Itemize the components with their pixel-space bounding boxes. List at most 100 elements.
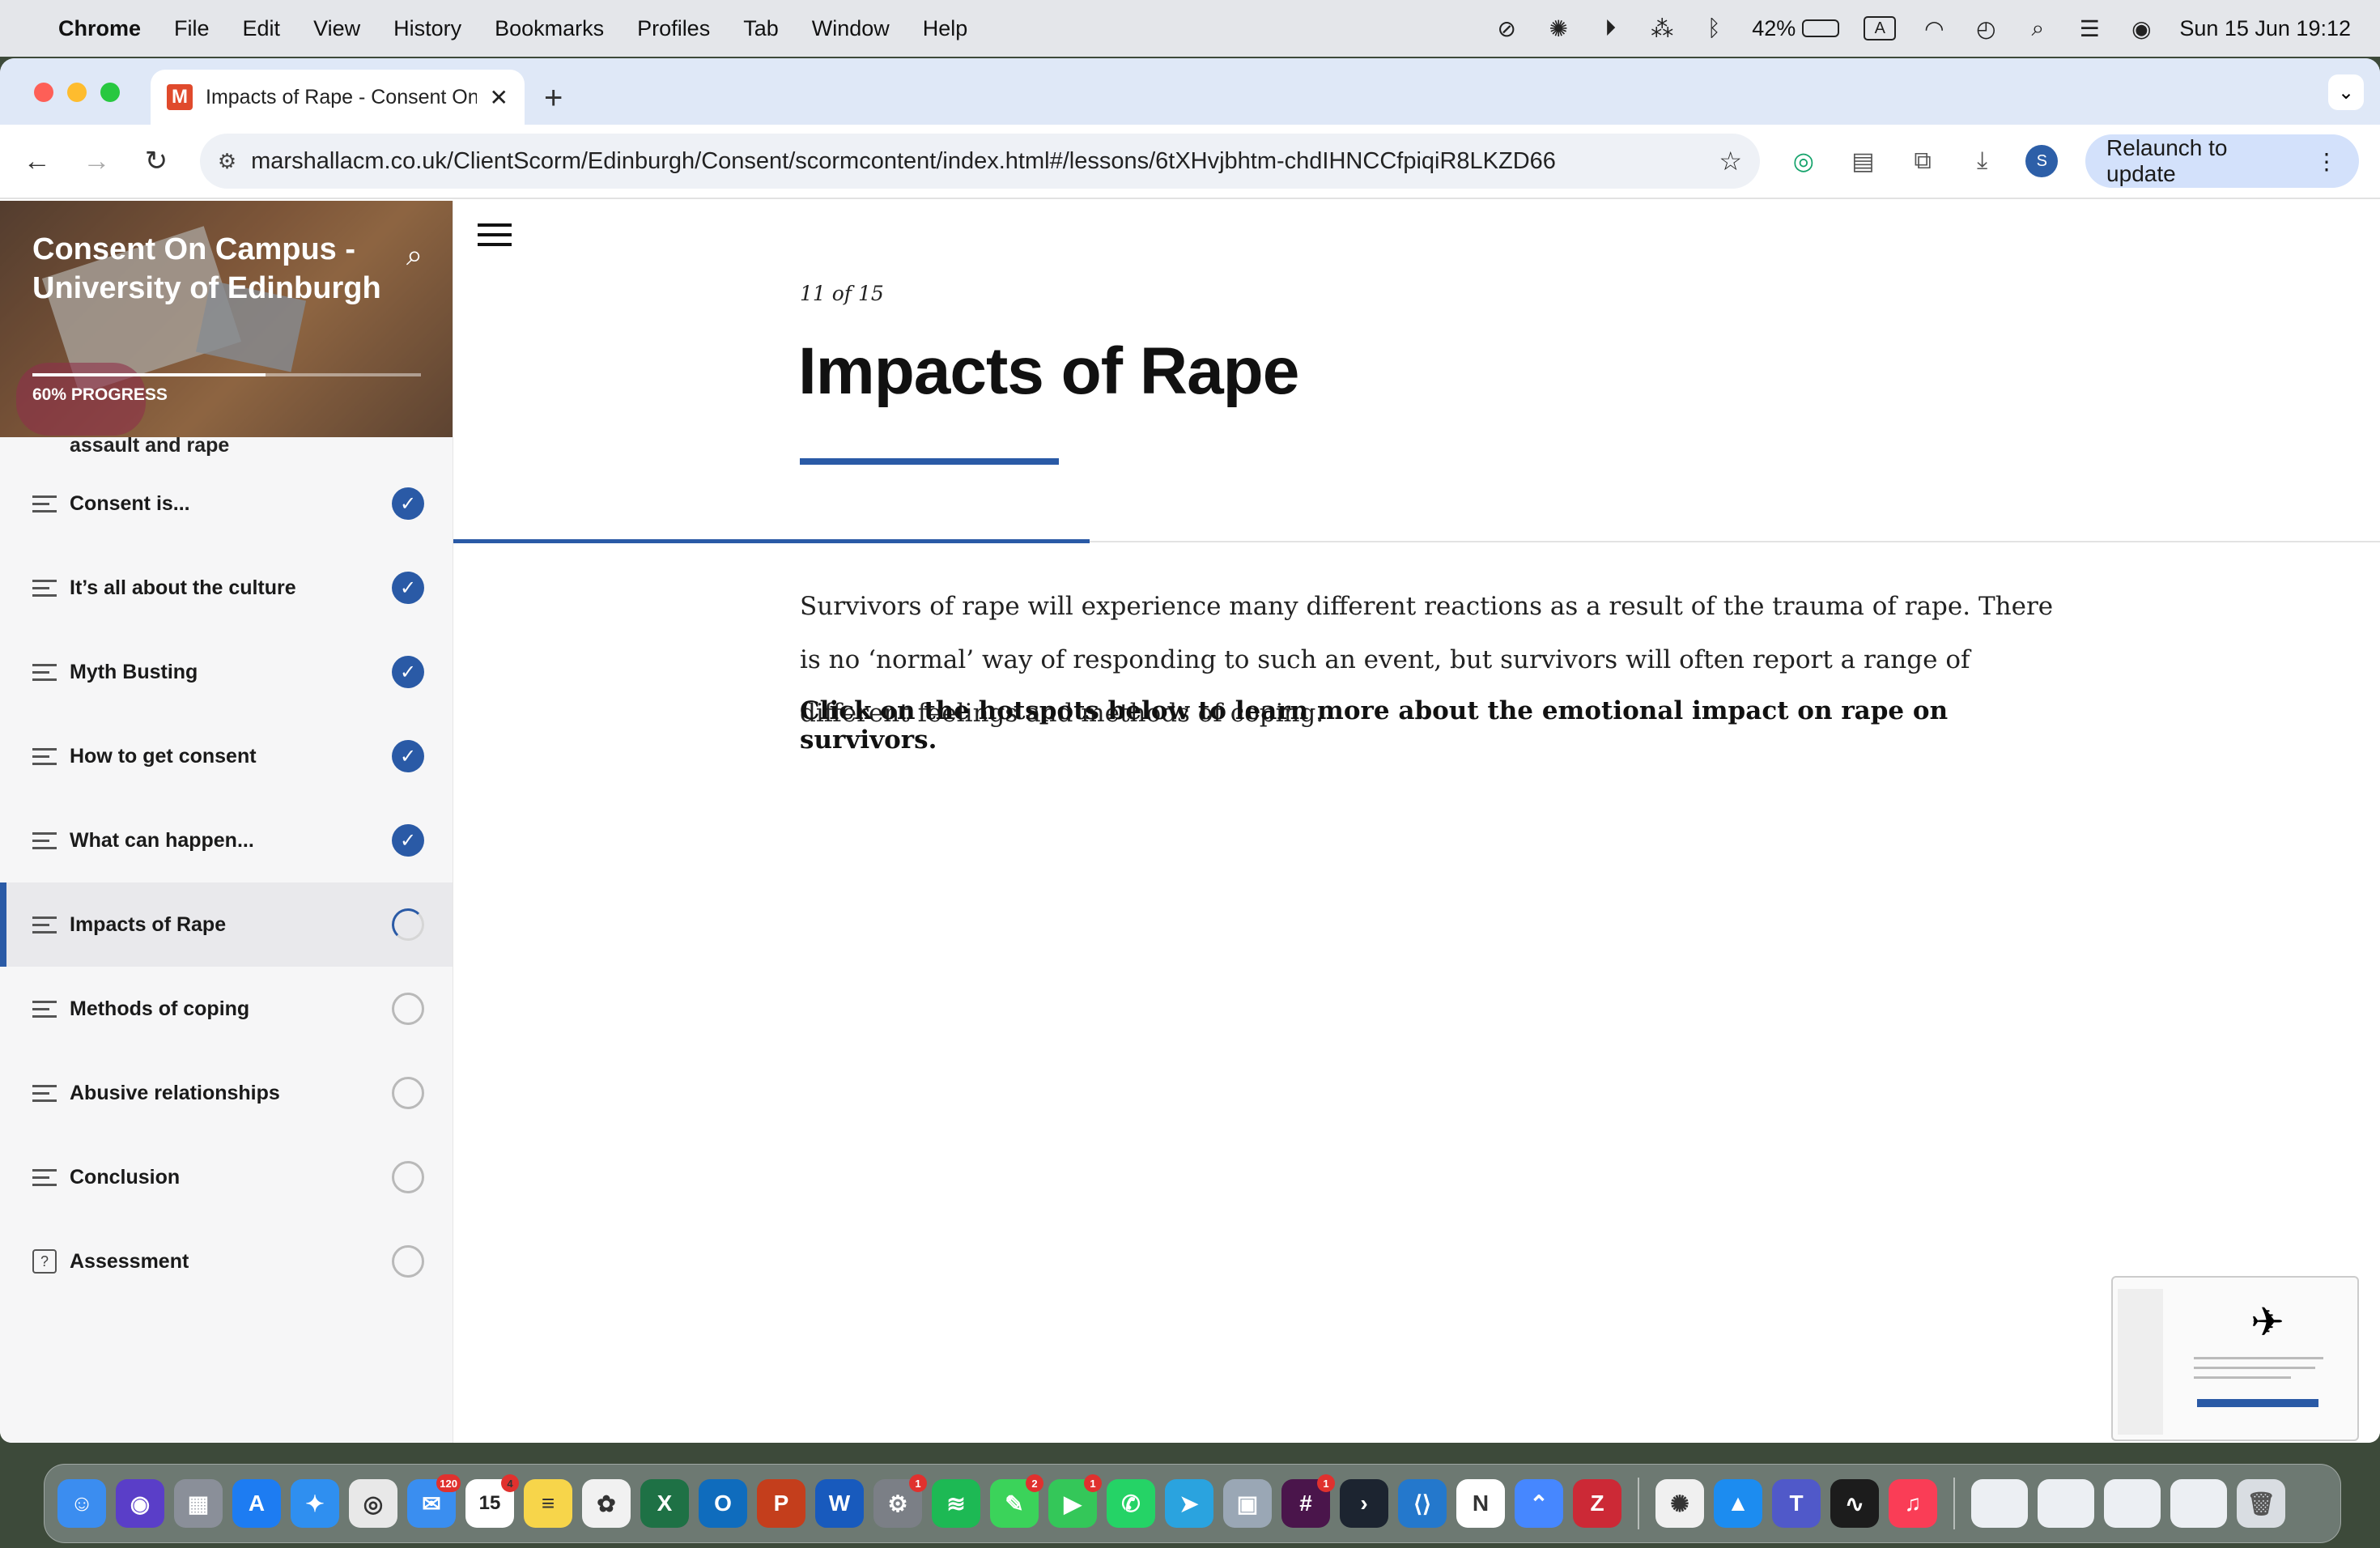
excel-icon[interactable]: X <box>640 1479 689 1528</box>
back-button[interactable]: ← <box>21 146 53 177</box>
sidebar-lesson-item[interactable]: Abusive relationships <box>0 1051 453 1135</box>
url-text[interactable]: marshallacm.co.uk/ClientScorm/Edinburgh/… <box>251 148 1704 175</box>
sidebar-lesson-item[interactable]: It’s all about the culture ✓ <box>0 546 453 630</box>
input-source-icon[interactable]: A <box>1864 16 1897 40</box>
focus-icon[interactable]: ⊘ <box>1493 15 1520 42</box>
menu-edit[interactable]: Edit <box>243 16 281 41</box>
chrome-window: M Impacts of Rape - Consent On ✕ + ⌄ ← →… <box>0 58 2380 1443</box>
cursor-icon[interactable]: › <box>1340 1479 1388 1528</box>
nordvpn-icon[interactable]: ⌃ <box>1515 1479 1563 1528</box>
word-icon[interactable]: W <box>815 1479 864 1528</box>
sidebar-lesson-item[interactable]: Myth Busting ✓ <box>0 630 453 714</box>
siri-menu-icon[interactable]: ◉ <box>2127 15 2155 42</box>
new-tab-button[interactable]: + <box>544 80 563 117</box>
mail-icon[interactable]: ✉ 120 <box>407 1474 461 1528</box>
play-icon[interactable]: ⏵ <box>1596 15 1624 42</box>
menu-clock[interactable]: Sun 15 Jun 19:12 <box>2179 16 2351 41</box>
slack-icon[interactable]: #1 <box>1281 1474 1335 1528</box>
whatsapp-icon[interactable]: ✆ <box>1107 1479 1155 1528</box>
menu-bookmarks[interactable]: Bookmarks <box>495 16 604 41</box>
menu-window[interactable]: Window <box>812 16 890 41</box>
forward-button[interactable]: → <box>81 146 113 177</box>
minimize-window-button[interactable] <box>67 83 87 102</box>
search-icon[interactable]: ⌕ <box>406 238 423 273</box>
grammarly-extension-icon[interactable]: ◎ <box>1787 145 1820 177</box>
sidebar-lesson-item[interactable]: How to get consent ✓ <box>0 714 453 798</box>
relaunch-button[interactable]: Relaunch to update ⋮ <box>2085 134 2360 188</box>
time-machine-icon[interactable]: ◴ <box>1972 15 2000 42</box>
chrome-icon[interactable]: ◎ <box>349 1479 397 1528</box>
menu-lines-icon <box>32 1000 57 1018</box>
chatgpt-menu-icon[interactable]: ✺ <box>1545 15 1572 42</box>
zotero-icon[interactable]: Z <box>1573 1479 1621 1528</box>
launchpad-icon[interactable]: ▦ <box>174 1479 223 1528</box>
outlook-icon[interactable]: O <box>699 1479 747 1528</box>
preview-icon[interactable]: ▣ <box>1223 1479 1272 1528</box>
site-settings-icon[interactable]: ⚙ <box>218 149 236 174</box>
zoom-window-button[interactable] <box>100 83 120 102</box>
calendar-icon[interactable]: 15 4 <box>465 1474 519 1528</box>
wifi-icon[interactable]: ◠ <box>1920 15 1948 42</box>
app-store-icon[interactable]: A <box>232 1479 281 1528</box>
safari-icon[interactable]: ✦ <box>291 1479 339 1528</box>
extensions-puzzle-icon[interactable]: ⧉ <box>1906 145 1939 177</box>
bookmark-star-icon[interactable]: ☆ <box>1719 146 1742 176</box>
recent-window-thumb-2[interactable] <box>2038 1479 2094 1528</box>
battery-status[interactable]: 42% <box>1752 15 1840 41</box>
menu-view[interactable]: View <box>313 16 360 41</box>
screenshot-thumbnail-preview[interactable]: ✈ <box>2111 1276 2359 1441</box>
more-menu-icon[interactable]: ⋮ <box>2315 148 2338 175</box>
notion-icon[interactable]: N <box>1456 1479 1505 1528</box>
activity-monitor-icon[interactable]: ∿ <box>1830 1479 1879 1528</box>
powerpoint-icon[interactable]: P <box>757 1479 805 1528</box>
teams-icon[interactable]: T <box>1772 1479 1821 1528</box>
menu-app-chrome[interactable]: Chrome <box>58 16 141 41</box>
sidebar-lesson-item[interactable]: Conclusion <box>0 1135 453 1219</box>
reading-mode-icon[interactable]: ▤ <box>1847 145 1880 177</box>
tab-search-chevron-icon[interactable]: ⌄ <box>2328 74 2364 110</box>
lesson-title: Impacts of Rape <box>798 334 1299 408</box>
system-settings-icon[interactable]: ⚙ 1 <box>873 1474 927 1528</box>
siri-icon[interactable]: ◉ <box>116 1479 164 1528</box>
lesson-partial-label[interactable]: assault and rape <box>0 429 453 461</box>
close-tab-icon[interactable]: ✕ <box>490 84 508 111</box>
keynote-icon[interactable]: ▲ <box>1714 1479 1762 1528</box>
hamburger-menu-icon[interactable] <box>478 223 512 246</box>
active-tab[interactable]: M Impacts of Rape - Consent On ✕ <box>151 70 525 125</box>
menu-file[interactable]: File <box>174 16 210 41</box>
bluetooth-icon[interactable]: ᛒ <box>1700 15 1728 42</box>
sidebar-lesson-item[interactable]: Methods of coping <box>0 967 453 1051</box>
recent-window-thumb-4[interactable] <box>2170 1479 2227 1528</box>
menu-tab[interactable]: Tab <box>743 16 779 41</box>
loading-icon[interactable]: ⁂ <box>1648 15 1676 42</box>
course-title[interactable]: Consent On Campus - University of Edinbu… <box>32 230 389 308</box>
sidebar-lesson-item[interactable]: ? Assessment <box>0 1219 453 1303</box>
spotlight-search-icon[interactable]: ⌕ <box>2024 15 2051 42</box>
finder-icon[interactable]: ☺ <box>57 1479 106 1528</box>
recent-window-thumb-1[interactable] <box>1971 1479 2028 1528</box>
trash-icon[interactable]: 🗑︎ <box>2237 1479 2285 1528</box>
address-bar[interactable]: ⚙ marshallacm.co.uk/ClientScorm/Edinburg… <box>199 134 1760 189</box>
control-center-icon[interactable]: ☰ <box>2076 15 2103 42</box>
facetime-icon[interactable]: ▶ 1 <box>1048 1474 1102 1528</box>
downloads-icon[interactable]: ⤓ <box>1966 145 1999 177</box>
profile-avatar[interactable]: S <box>2025 145 2059 177</box>
sidebar-lesson-item[interactable]: Impacts of Rape <box>0 882 453 967</box>
photos-icon[interactable]: ✿ <box>582 1479 631 1528</box>
menu-help[interactable]: Help <box>923 16 968 41</box>
menu-history[interactable]: History <box>393 16 461 41</box>
sidebar-lesson-item[interactable]: Consent is... ✓ <box>0 461 453 546</box>
spotify-icon[interactable]: ≋ <box>932 1479 980 1528</box>
recent-window-thumb-3[interactable] <box>2104 1479 2161 1528</box>
notes-icon[interactable]: ≡ <box>524 1479 572 1528</box>
menu-profiles[interactable]: Profiles <box>637 16 710 41</box>
chatgpt-icon[interactable]: ✺ <box>1655 1479 1704 1528</box>
music-icon[interactable]: ♫ <box>1889 1479 1937 1528</box>
sidebar-lesson-item[interactable]: What can happen... ✓ <box>0 798 453 882</box>
close-window-button[interactable] <box>34 83 53 102</box>
battery-percent: 42% <box>1752 15 1796 40</box>
telegram-icon[interactable]: ➤ <box>1165 1479 1213 1528</box>
messages-icon[interactable]: ✎ 2 <box>990 1474 1043 1528</box>
reload-button[interactable]: ↻ <box>140 145 172 177</box>
vscode-icon[interactable]: ⟨⟩ <box>1398 1479 1447 1528</box>
